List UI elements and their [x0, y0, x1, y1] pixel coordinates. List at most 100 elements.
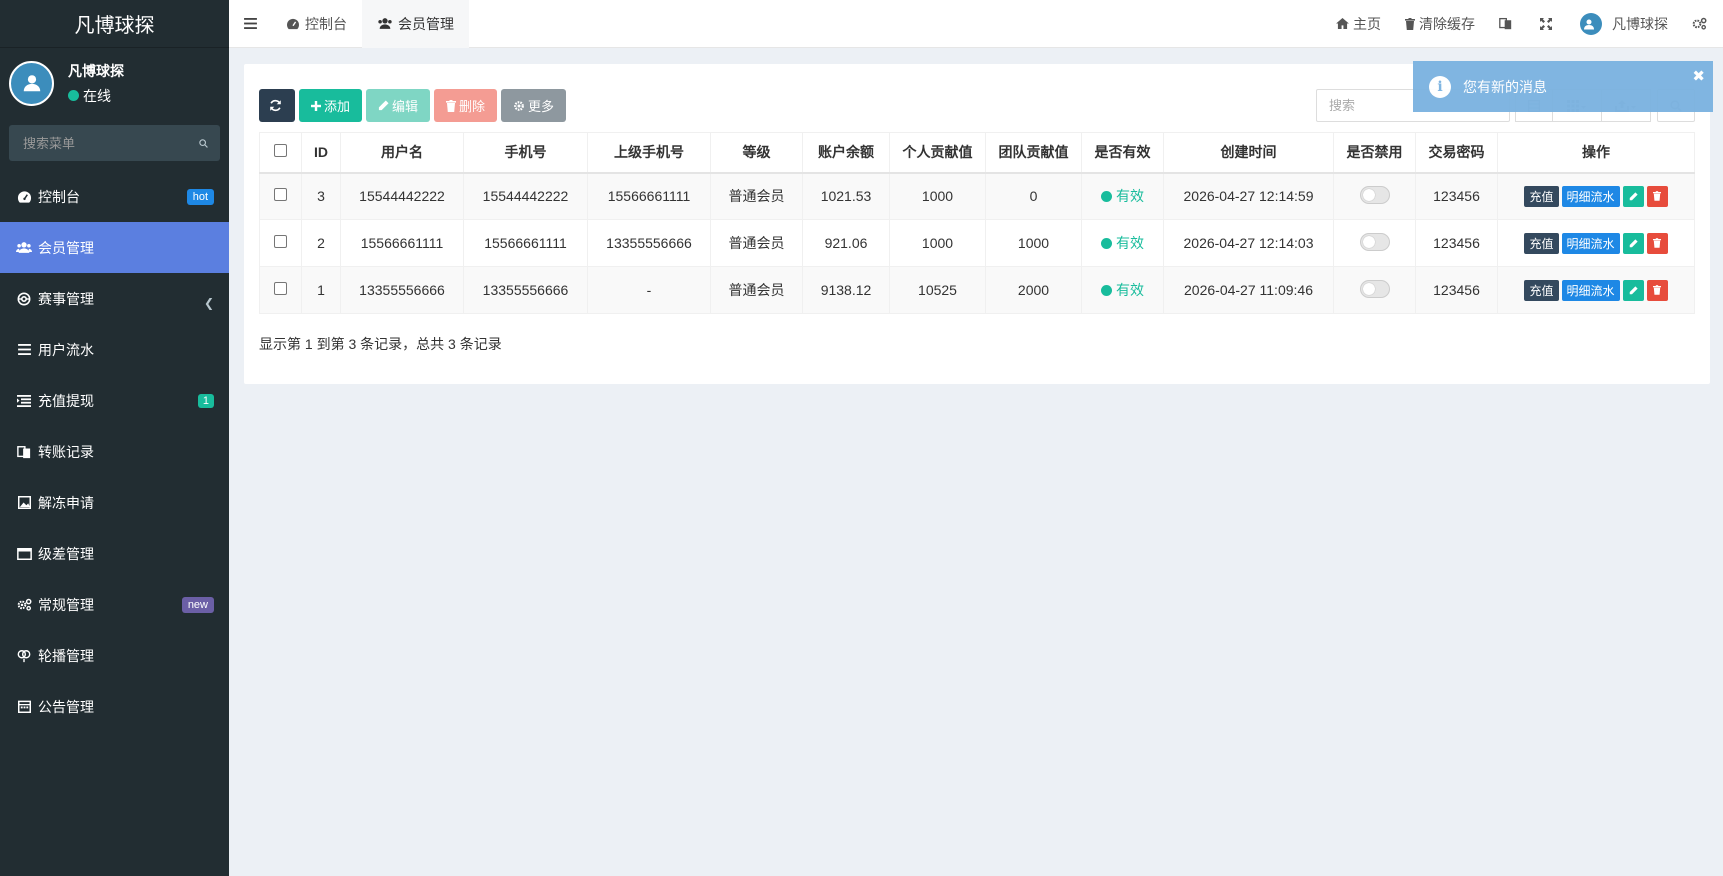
- user-icon: [23, 75, 40, 92]
- user-icon: [1584, 19, 1594, 29]
- select-all-checkbox[interactable]: [274, 144, 287, 158]
- delete-button[interactable]: 删除: [434, 89, 498, 122]
- row-edit-button[interactable]: [1622, 232, 1644, 254]
- sidebar-toggle-button[interactable]: [229, 0, 271, 48]
- tab-members[interactable]: 会员管理: [362, 0, 469, 48]
- tab-dashboard[interactable]: 控制台: [271, 0, 362, 48]
- col-header[interactable]: 是否禁用: [1333, 132, 1416, 174]
- info-icon: i: [1429, 75, 1451, 98]
- recharge-button[interactable]: 充值: [1524, 279, 1559, 301]
- cell-created: 2026-04-27 12:14:03: [1163, 219, 1334, 267]
- more-button[interactable]: 更多: [501, 89, 567, 122]
- row-delete-button[interactable]: [1646, 185, 1668, 207]
- image-icon: [16, 495, 32, 511]
- balloon-icon: [16, 648, 32, 664]
- edit-button[interactable]: 编辑: [366, 89, 431, 122]
- table-row: 2 15566661111 15566661111 13355556666 普通…: [259, 219, 1695, 267]
- recharge-button[interactable]: 充值: [1524, 185, 1559, 207]
- refresh-button[interactable]: [259, 89, 295, 122]
- cell-parent-phone: 13355556666: [587, 219, 711, 267]
- col-header[interactable]: ID: [301, 132, 341, 174]
- row-checkbox[interactable]: [274, 235, 287, 248]
- clear-cache-button[interactable]: 清除缓存: [1393, 0, 1487, 48]
- close-icon[interactable]: ✖: [1692, 67, 1705, 85]
- translate-icon: [1499, 17, 1512, 30]
- detail-flow-button[interactable]: 明细流水: [1561, 279, 1620, 301]
- brand-logo[interactable]: 凡博球探: [0, 0, 229, 48]
- cell-level: 普通会员: [710, 172, 803, 220]
- cell-phone: 13355556666: [463, 266, 588, 314]
- col-header[interactable]: 上级手机号: [587, 132, 711, 174]
- row-edit-button[interactable]: [1622, 279, 1644, 301]
- col-header[interactable]: 个人贡献值: [889, 132, 986, 174]
- sidebar-item-recharge-withdraw[interactable]: 充值提现 1: [0, 375, 229, 426]
- home-link[interactable]: 主页: [1324, 0, 1393, 48]
- detail-flow-button[interactable]: 明细流水: [1561, 185, 1620, 207]
- disable-toggle[interactable]: [1359, 279, 1390, 298]
- sidebar-item-dashboard[interactable]: 控制台 hot: [0, 171, 229, 222]
- cell-valid: 有效: [1081, 266, 1164, 314]
- row-edit-button[interactable]: [1622, 185, 1644, 207]
- disable-toggle[interactable]: [1359, 185, 1390, 204]
- content-panel: 添加 编辑 删除 更多 ID 用户名 手机号 上级手机号: [244, 64, 1710, 384]
- status-dot-icon: [1101, 284, 1112, 296]
- disable-toggle[interactable]: [1359, 232, 1390, 251]
- status-dot-icon: [1101, 237, 1112, 249]
- col-header[interactable]: 团队贡献值: [985, 132, 1082, 174]
- col-header[interactable]: 账户余额: [802, 132, 890, 174]
- col-header[interactable]: 用户名: [340, 132, 464, 174]
- sidebar-search: [9, 125, 220, 161]
- sidebar-search-input[interactable]: [23, 135, 199, 151]
- pencil-icon: [1629, 238, 1638, 247]
- dashboard-icon: [287, 18, 299, 29]
- recharge-button[interactable]: 充值: [1524, 232, 1559, 254]
- sidebar-item-unfreeze[interactable]: 解冻申请: [0, 477, 229, 528]
- detail-flow-button[interactable]: 明细流水: [1561, 232, 1620, 254]
- row-delete-button[interactable]: [1646, 279, 1668, 301]
- cell-phone: 15566661111: [463, 219, 588, 267]
- cell-created: 2026-04-27 11:09:46: [1163, 266, 1334, 314]
- cell-personal: 1000: [889, 219, 986, 267]
- sidebar-item-events[interactable]: 赛事管理 ❮: [0, 273, 229, 324]
- table-row: 1 13355556666 13355556666 - 普通会员 9138.12…: [259, 266, 1695, 314]
- col-header[interactable]: 交易密码: [1415, 132, 1498, 174]
- col-header[interactable]: 手机号: [463, 132, 588, 174]
- sidebar: 凡博球探 凡博球探 在线 控制台 hot 会员管理 赛事管理 ❮ 用户流水: [0, 0, 229, 876]
- fullscreen-button[interactable]: [1528, 0, 1568, 48]
- sidebar-item-announcement[interactable]: 公告管理: [0, 681, 229, 732]
- window-icon: [16, 546, 32, 562]
- cell-balance: 921.06: [802, 219, 890, 267]
- list-icon: [16, 342, 32, 358]
- settings-button[interactable]: [1680, 0, 1723, 48]
- list-indent-icon: [16, 393, 32, 409]
- user-menu[interactable]: 凡博球探: [1568, 0, 1680, 48]
- col-header: 操作: [1497, 132, 1695, 174]
- online-dot-icon: [68, 90, 79, 101]
- cell-level: 普通会员: [710, 219, 803, 267]
- members-table: ID 用户名 手机号 上级手机号 等级 账户余额 个人贡献值 团队贡献值 是否有…: [259, 132, 1695, 314]
- sidebar-item-transfer[interactable]: 转账记录: [0, 426, 229, 477]
- sidebar-item-carousel[interactable]: 轮播管理: [0, 630, 229, 681]
- row-delete-button[interactable]: [1646, 232, 1668, 254]
- user-panel: 凡博球探 在线: [0, 48, 229, 118]
- sidebar-item-user-flow[interactable]: 用户流水: [0, 324, 229, 375]
- row-checkbox[interactable]: [274, 282, 287, 295]
- language-toggle-button[interactable]: [1487, 0, 1528, 48]
- cell-username: 15566661111: [340, 219, 464, 267]
- col-header[interactable]: 是否有效: [1081, 132, 1164, 174]
- col-header[interactable]: 等级: [710, 132, 803, 174]
- sidebar-item-members[interactable]: 会员管理: [0, 222, 229, 273]
- cell-balance: 9138.12: [802, 266, 890, 314]
- sidebar-item-level-diff[interactable]: 级差管理: [0, 528, 229, 579]
- col-header[interactable]: 创建时间: [1163, 132, 1334, 174]
- cell-parent-phone: -: [587, 266, 711, 314]
- notification-toast[interactable]: i 您有新的消息 ✖: [1413, 61, 1713, 112]
- search-icon[interactable]: [199, 137, 208, 150]
- users-icon: [378, 18, 392, 29]
- gear-icon: [514, 100, 524, 111]
- hot-badge: hot: [186, 188, 214, 205]
- row-checkbox[interactable]: [274, 188, 287, 202]
- add-button[interactable]: 添加: [299, 89, 363, 122]
- pencil-icon: [1629, 285, 1638, 294]
- sidebar-item-general[interactable]: 常规管理 new: [0, 579, 229, 630]
